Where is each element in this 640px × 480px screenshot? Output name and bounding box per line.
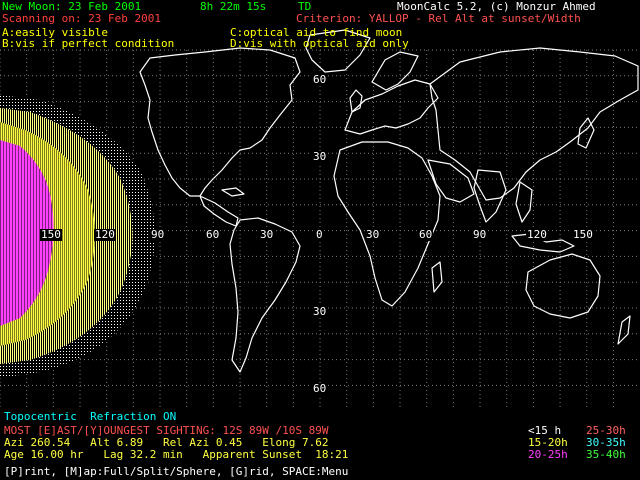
age-key-20-25h: 20-25h — [528, 448, 568, 461]
southeast-asia-outline — [515, 181, 533, 223]
longitude-label-90e: 90 — [472, 228, 488, 241]
asia-outline — [429, 47, 639, 201]
longitude-label-0: 0 — [315, 228, 324, 241]
longitude-label-60e: 60 — [418, 228, 434, 241]
india-outline — [473, 169, 507, 223]
north-america-outline — [139, 47, 301, 197]
mooncalc-screen: 150 120 90 60 30 0 30 60 90 120 150 60 3… — [0, 0, 640, 480]
latitude-label-30n: 30 — [312, 150, 328, 163]
scandinavia-outline — [371, 51, 419, 91]
africa-outline — [333, 141, 441, 307]
central-america-outline — [199, 195, 239, 227]
longitude-label-30e: 30 — [365, 228, 381, 241]
age-stats: Age 16.00 hr Lag 32.2 min Apparent Sunse… — [4, 448, 349, 461]
legend-d: D:vis with optical aid only — [230, 37, 409, 50]
visibility-zones — [0, 95, 155, 378]
longitude-label-120w: 120 — [94, 228, 116, 241]
coastlines — [139, 29, 639, 373]
longitude-label-150w: 150 — [40, 228, 62, 241]
longitude-label-90w: 90 — [150, 228, 166, 241]
europe-outline — [344, 79, 439, 135]
longitude-label-30w: 30 — [259, 228, 275, 241]
criterion-text: Criterion: YALLOP - Rel Alt at sunset/Wi… — [296, 12, 581, 25]
arabia-outline — [427, 159, 475, 203]
scanning-date: Scanning on: 23 Feb 2001 — [2, 12, 161, 25]
madagascar-outline — [431, 261, 443, 293]
cuba-outline — [221, 187, 245, 197]
latitude-label-60s: 60 — [312, 382, 328, 395]
latitude-label-30s: 30 — [312, 305, 328, 318]
menu-bar[interactable]: [P]rint, [M]ap:Full/Split/Sphere, [G]rid… — [4, 466, 348, 478]
moon-conjunction-time: 8h 22m 15s — [200, 0, 267, 13]
legend-b: B:vis if perfect condition — [2, 37, 175, 50]
age-key-35-40h: 35-40h — [586, 448, 626, 461]
longitude-label-120e: 120 — [526, 228, 548, 241]
topocentric-status: Topocentric Refraction ON — [4, 410, 177, 423]
latitude-label-60n: 60 — [312, 73, 328, 86]
longitude-label-60w: 60 — [205, 228, 221, 241]
longitude-label-150e: 150 — [572, 228, 594, 241]
new-zealand-outline — [617, 315, 631, 345]
